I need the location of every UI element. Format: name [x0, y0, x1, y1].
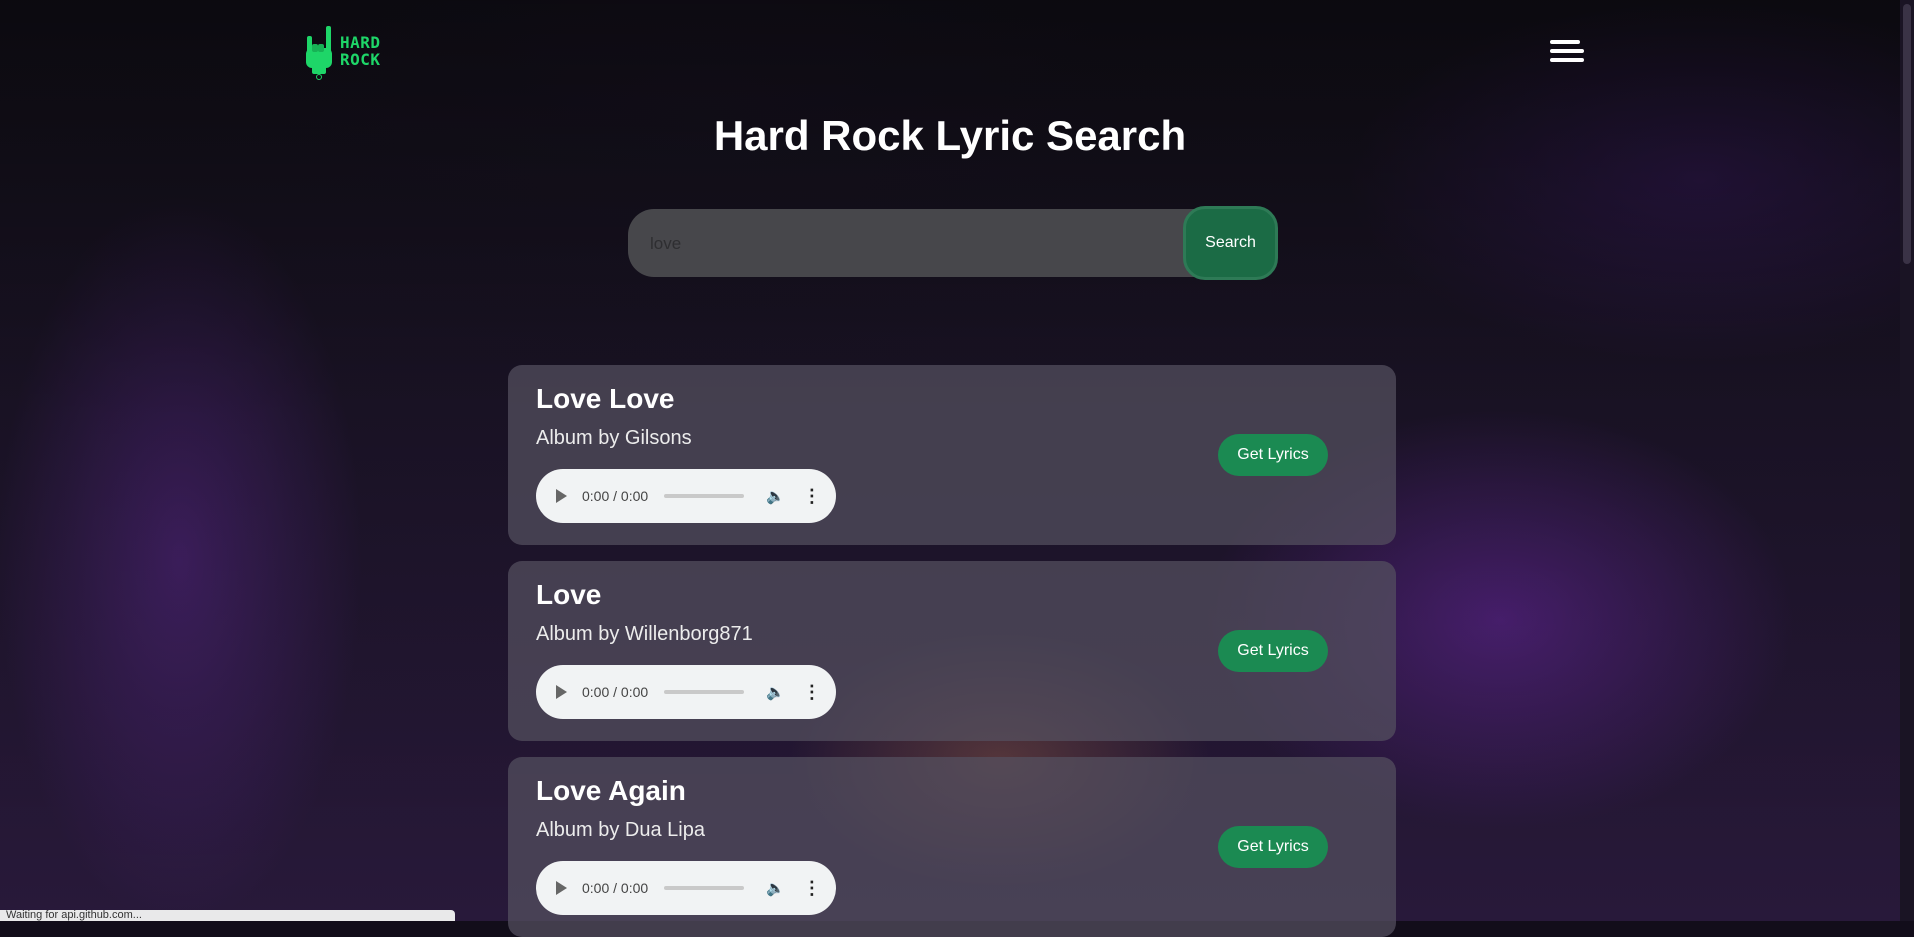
audio-time: 0:00 / 0:00	[582, 684, 649, 700]
search-input[interactable]	[648, 223, 1152, 265]
logo[interactable]: HARD ROCK	[302, 22, 381, 80]
audio-player[interactable]: 0:00 / 0:00 🔈 ⋮	[536, 469, 836, 523]
page-title: Hard Rock Lyric Search	[713, 112, 1187, 159]
play-icon[interactable]	[556, 881, 567, 895]
volume-icon[interactable]: 🔈	[766, 683, 785, 701]
more-vertical-icon[interactable]: ⋮	[803, 682, 821, 703]
logo-text: HARD ROCK	[340, 34, 381, 68]
rock-hand-icon	[306, 26, 332, 80]
volume-icon[interactable]: 🔈	[766, 487, 785, 505]
play-icon[interactable]	[556, 685, 567, 699]
audio-progress-bar[interactable]	[664, 494, 745, 498]
logo-line-1: HARD	[340, 33, 381, 52]
browser-status-bar: Waiting for api.github.com...	[0, 910, 455, 921]
result-card: Love Love Album by Gilsons 0:00 / 0:00 🔈…	[508, 365, 1396, 545]
search-bar	[628, 209, 1278, 277]
get-lyrics-button[interactable]: Get Lyrics	[1218, 434, 1328, 476]
audio-progress-bar[interactable]	[664, 690, 745, 694]
audio-time: 0:00 / 0:00	[582, 488, 649, 504]
more-vertical-icon[interactable]: ⋮	[803, 486, 821, 507]
album-artist: Album by Gilsons	[536, 427, 692, 449]
scrollbar-thumb[interactable]	[1903, 4, 1911, 264]
song-title: Love Again	[536, 775, 686, 806]
search-button[interactable]: Search	[1183, 206, 1278, 280]
song-title: Love	[536, 579, 602, 610]
hamburger-menu-icon[interactable]	[1550, 40, 1584, 68]
album-artist: Album by Dua Lipa	[536, 819, 705, 841]
song-title: Love Love	[536, 383, 675, 414]
more-vertical-icon[interactable]: ⋮	[803, 878, 821, 899]
audio-time: 0:00 / 0:00	[582, 880, 649, 896]
volume-icon[interactable]: 🔈	[766, 879, 785, 897]
scrollbar[interactable]	[1900, 0, 1914, 921]
audio-player[interactable]: 0:00 / 0:00 🔈 ⋮	[536, 861, 836, 915]
play-icon[interactable]	[556, 489, 567, 503]
get-lyrics-button[interactable]: Get Lyrics	[1218, 826, 1328, 868]
logo-line-2: ROCK	[340, 50, 381, 69]
get-lyrics-button[interactable]: Get Lyrics	[1218, 630, 1328, 672]
result-card: Love Again Album by Dua Lipa 0:00 / 0:00…	[508, 757, 1396, 937]
album-artist: Album by Willenborg871	[536, 623, 753, 645]
audio-progress-bar[interactable]	[664, 886, 745, 890]
audio-player[interactable]: 0:00 / 0:00 🔈 ⋮	[536, 665, 836, 719]
result-card: Love Album by Willenborg871 0:00 / 0:00 …	[508, 561, 1396, 741]
